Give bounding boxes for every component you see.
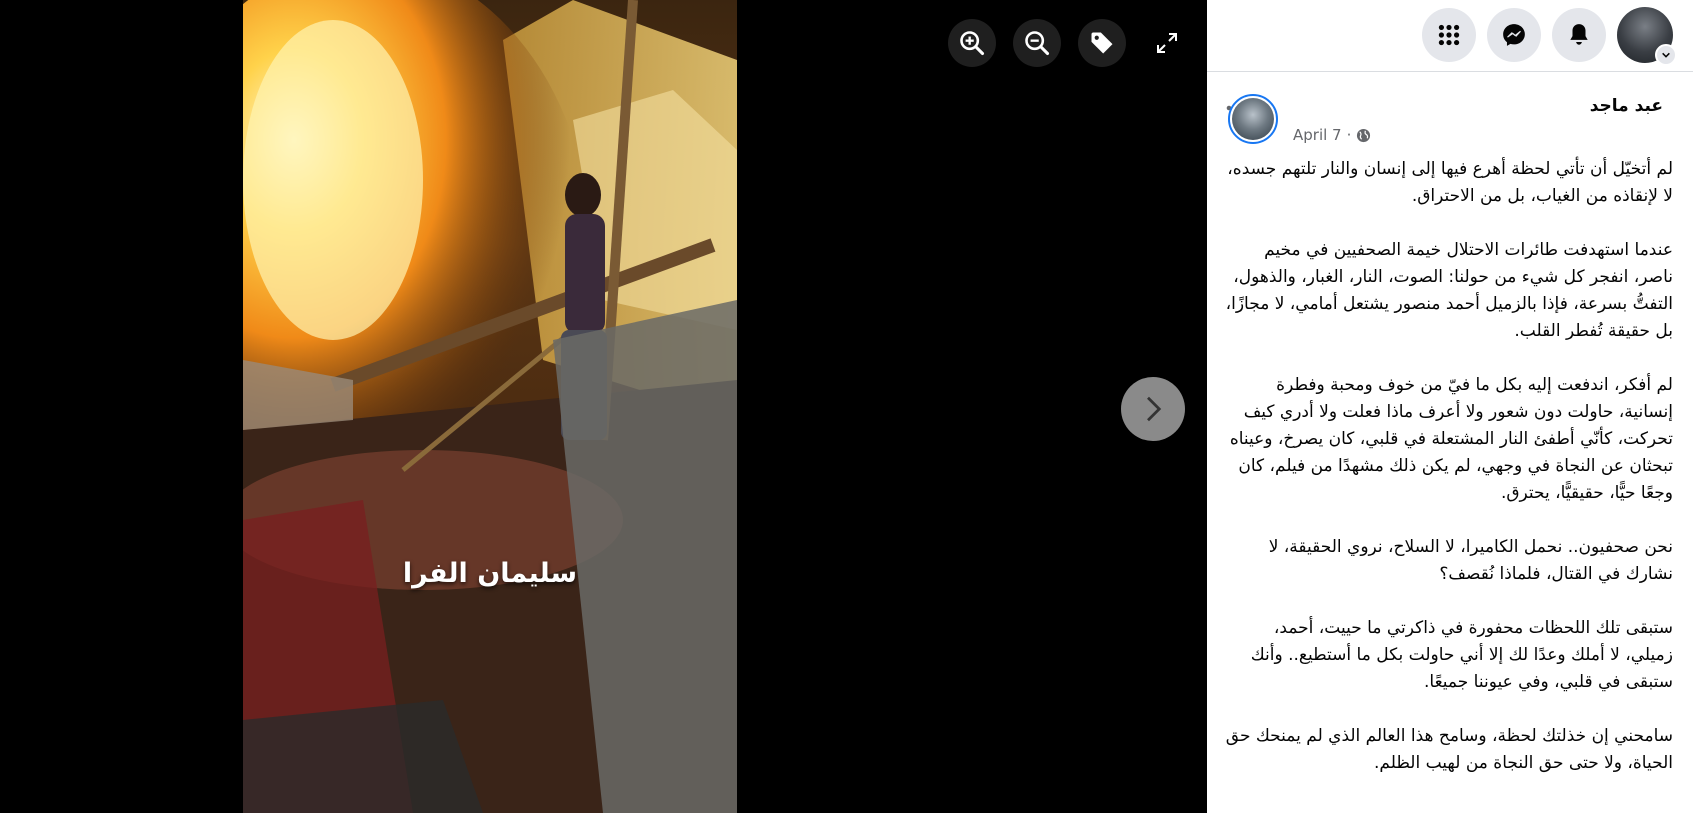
photo-scene: [243, 0, 737, 813]
messenger-button[interactable]: [1487, 8, 1541, 62]
chevron-right-icon: [1147, 396, 1162, 422]
author-name[interactable]: عبد ماجد: [1590, 96, 1663, 116]
post-paragraph: عندما استهدفت طائرات الاحتلال خيمة الصحف…: [1225, 240, 1673, 341]
post-paragraph: ستبقى تلك اللحظات محفورة في ذاكرتي ما حي…: [1250, 618, 1673, 692]
post-paragraph: نحن صحفيون.. نحمل الكاميرا، لا السلاح، ن…: [1268, 537, 1673, 584]
photo-viewer: سليمان الفرا: [0, 0, 1207, 813]
author-avatar[interactable]: [1228, 94, 1278, 144]
account-chevron-icon: [1662, 52, 1670, 58]
zoom-out-button[interactable]: [1013, 19, 1061, 67]
zoom-in-icon: [960, 31, 985, 56]
fullscreen-icon: [1157, 33, 1177, 53]
top-nav: [1207, 0, 1693, 72]
menu-button[interactable]: [1422, 8, 1476, 62]
meta-separator: ·: [1346, 126, 1352, 144]
author-avatar-image: [1232, 98, 1274, 140]
post-text: لم أتخيّل أن تأتي لحظة أهرع فيها إلى إنس…: [1225, 156, 1673, 804]
post-photo[interactable]: سليمان الفرا: [243, 0, 737, 813]
tag-icon: [1091, 32, 1113, 54]
tag-button[interactable]: [1078, 19, 1126, 67]
post-paragraph: لم أفكر، اندفعت إليه بكل ما فيّ من خوف و…: [1229, 375, 1673, 503]
next-photo-button[interactable]: [1121, 377, 1185, 441]
post-panel: عبد ماجد April 7 · لم أتخيّل أن تأتي لحظ…: [1207, 0, 1693, 813]
menu-grid-icon: [1438, 24, 1460, 46]
post-header: عبد ماجد April 7 ·: [1207, 90, 1693, 154]
account-menu-button[interactable]: [1655, 44, 1677, 66]
fullscreen-button[interactable]: [1143, 19, 1191, 67]
photo-caption: سليمان الفرا: [402, 558, 578, 589]
post-meta: April 7 ·: [1293, 126, 1371, 144]
messenger-icon: [1503, 24, 1525, 46]
globe-icon: [1357, 128, 1371, 142]
bell-icon: [1570, 24, 1588, 45]
zoom-out-icon: [1025, 31, 1050, 56]
post-paragraph: سامحني إن خذلتك لحظة، وسامح هذا العالم ا…: [1225, 726, 1673, 773]
post-date[interactable]: April 7: [1293, 126, 1342, 144]
post-paragraph: لم أتخيّل أن تأتي لحظة أهرع فيها إلى إنس…: [1227, 159, 1673, 206]
notifications-button[interactable]: [1552, 8, 1606, 62]
zoom-in-button[interactable]: [948, 19, 996, 67]
